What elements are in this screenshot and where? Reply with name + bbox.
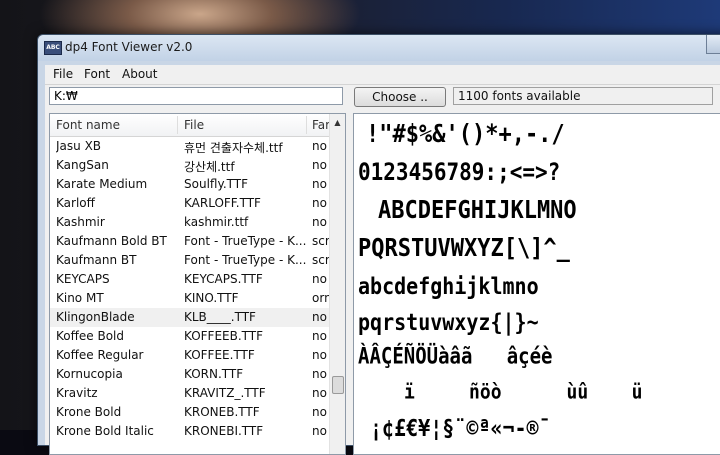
font-row[interactable]: KangSan 강산체.ttf no [50,156,330,175]
column-divider[interactable] [177,116,178,134]
family-cell: no [312,272,327,286]
file-cell: KOFFEEB.TTF [184,329,264,343]
family-cell: no [312,405,327,419]
font-row[interactable]: Karate Medium Soulfly.TTF no [50,175,330,194]
family-cell: no [312,139,327,153]
family-cell: no [312,310,327,324]
menu-file[interactable]: File [53,67,73,81]
list-header: Font name File Far [50,114,330,137]
font-name-cell: Karate Medium [56,177,148,191]
family-cell: no [312,177,327,191]
family-cell: no [312,215,327,229]
column-header-family[interactable]: Far [312,118,330,132]
menu-about[interactable]: About [122,67,157,81]
column-divider[interactable] [306,116,307,134]
preview-glyph-line: ABCDEFGHIJKLMNO [378,196,577,225]
file-cell: KOFFEE.TTF [184,348,255,362]
font-name-cell: Koffee Regular [56,348,144,362]
preview-glyph-line: PQRSTUVWXYZ[\]^_ [358,234,570,263]
preview-glyph-line: pqrstuvwxyz{|}~ [358,308,539,336]
app-icon: ABC [44,41,62,55]
file-cell: KLB____.TTF [184,310,256,324]
family-cell: scri [312,253,330,267]
font-name-cell: Kaufmann Bold BT [56,234,167,248]
family-cell: no [312,386,327,400]
preview-glyph-line: 0123456789:;<=>? [358,158,561,186]
choose-button[interactable]: Choose .. [354,87,446,107]
client-area: Choose .. 1100 fonts available Font name… [45,85,720,455]
font-name-cell: Kaufmann BT [56,253,137,267]
font-row[interactable]: Krone Bold KRONEB.TTF no [50,403,330,422]
font-row[interactable]: Kravitz KRAVITZ_.TTF no [50,384,330,403]
font-row[interactable]: KEYCAPS KEYCAPS.TTF no [50,270,330,289]
font-row[interactable]: Koffee Regular KOFFEE.TTF no [50,346,330,365]
scroll-thumb[interactable] [332,376,344,394]
font-count-status: 1100 fonts available [453,87,713,105]
family-cell: no [312,424,327,438]
file-cell: Soulfly.TTF [184,177,249,191]
font-name-cell: Kashmir [56,215,105,229]
file-cell: KRONEB.TTF [184,405,260,419]
family-cell: scri [312,234,330,248]
file-cell: Font - TrueType - K... [184,234,306,248]
font-name-cell: Jasu XB [56,139,102,153]
font-name-cell: Karloff [56,196,95,210]
column-header-font-name[interactable]: Font name [56,118,120,132]
font-row[interactable]: Kaufmann Bold BT Font - TrueType - K... sc… [50,232,330,251]
menu-bar: File Font About [45,65,720,85]
font-name-cell: Kornucopia [56,367,123,381]
file-cell: 휴먼 견출자수체.ttf [184,141,283,155]
preview-glyph-line: ÀÂÇÉÑÖÜàâã âçéè [358,344,553,370]
font-name-cell: KangSan [56,158,109,172]
font-row[interactable]: Karloff KARLOFF.TTF no [50,194,330,213]
font-name-cell: Koffee Bold [56,329,124,343]
file-cell: KEYCAPS.TTF [184,272,263,286]
file-cell: KARLOFF.TTF [184,196,261,210]
font-row[interactable]: Kaufmann BT Font - TrueType - K... scri [50,251,330,270]
font-row[interactable]: Koffee Bold KOFFEEB.TTF no [50,327,330,346]
font-row[interactable]: Krone Bold Italic KRONEBI.TTF no [50,422,330,441]
path-input[interactable] [49,87,343,105]
scroll-up-arrow-icon[interactable]: ▲ [330,114,345,131]
font-name-cell: Kravitz [56,386,98,400]
file-cell: KRAVITZ_.TTF [184,386,266,400]
font-name-cell: Kino MT [56,291,104,305]
font-rows: Jasu XB 휴먼 견출자수체.ttf no KangSan 강산체.ttf no Kar… [50,137,330,441]
file-cell: KRONEBI.TTF [184,424,264,438]
font-viewer-window: ABC dp4 Font Viewer v2.0 File Font About… [37,34,720,455]
preview-glyph-line: ¡¢£€¥¦§¨©ª«¬-®¯ [370,414,551,442]
title-bar[interactable]: ABC dp4 Font Viewer v2.0 [38,35,720,61]
font-row[interactable]: Jasu XB 휴먼 견출자수체.ttf no [50,137,330,156]
column-header-file[interactable]: File [184,118,204,132]
family-cell: no [312,196,327,210]
preview-glyph-line: !"#$%&'()*+,-./ [366,120,565,149]
file-cell: KORN.TTF [184,367,244,381]
font-row[interactable]: Kornucopia KORN.TTF no [50,365,330,384]
file-cell: kashmir.ttf [184,215,249,229]
preview-glyph-line: ï ñöò ùû ü [404,380,643,405]
file-cell: Font - TrueType - K... [184,253,306,267]
font-name-cell: Krone Bold [56,405,122,419]
font-row[interactable]: Kashmir kashmir.ttf no [50,213,330,232]
file-cell: 강산체.ttf [184,160,235,174]
font-preview-area: !"#$%&'()*+,-./ 0123456789:;<=>? ABCDEFGHI… [353,113,720,455]
font-name-cell: KEYCAPS [56,272,110,286]
file-cell: KINO.TTF [184,291,239,305]
font-name-cell: KlingonBlade [56,310,135,324]
minimize-button[interactable] [706,35,720,54]
menu-font[interactable]: Font [84,67,110,81]
family-cell: no [312,329,327,343]
font-list[interactable]: Font name File Far Jasu XB 휴먼 견출자수체.ttf no… [49,113,346,455]
family-cell: no [312,158,327,172]
window-title: dp4 Font Viewer v2.0 [65,40,193,54]
family-cell: no [312,367,327,381]
family-cell: no [312,348,327,362]
font-name-cell: Krone Bold Italic [56,424,154,438]
vertical-scrollbar[interactable]: ▲ [329,114,345,454]
preview-glyph-line: abcdefghijklmno [358,272,539,300]
font-row[interactable]: KlingonBlade KLB____.TTF no [50,308,330,327]
family-cell: orn [312,291,330,305]
font-row[interactable]: Kino MT KINO.TTF orn [50,289,330,308]
